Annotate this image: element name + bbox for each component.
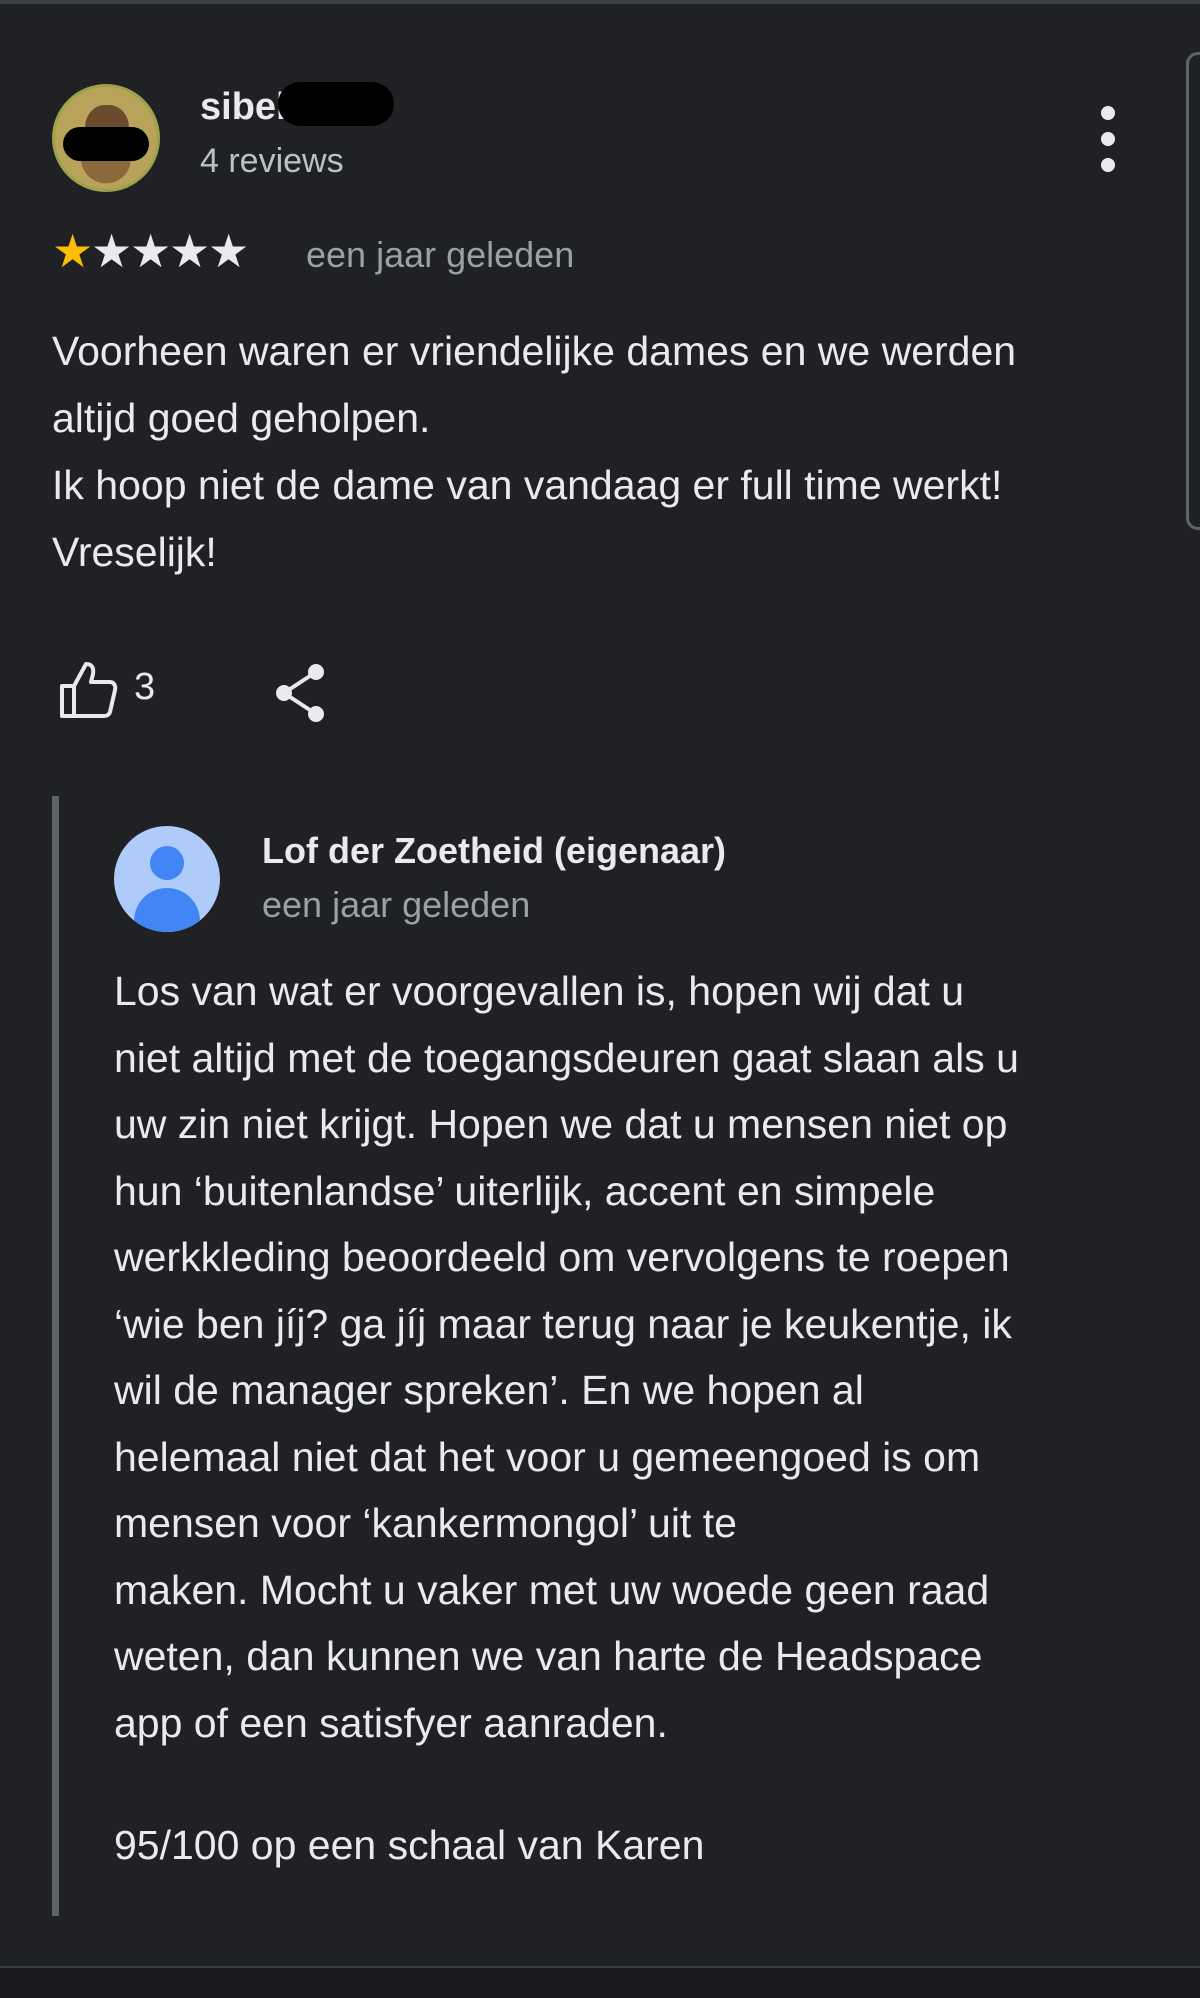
more-vert-icon[interactable] [1094, 106, 1122, 172]
star-empty-icon: ★ [208, 224, 250, 278]
owner-name[interactable]: Lof der Zoetheid (eigenaar) [262, 830, 726, 872]
owner-avatar[interactable] [114, 826, 220, 932]
star-empty-icon: ★ [91, 224, 133, 278]
reply-text-line: mensen voor ‘kankermongol’ uit te [114, 1500, 737, 1546]
reply-text: Los van wat er voorgevallen is, hopen wi… [114, 958, 1174, 1756]
reply-footer: 95/100 op een schaal van Karen [114, 1822, 705, 1868]
reply-text-line: weten, dan kunnen we van harte de Headsp… [114, 1633, 983, 1679]
reply-text-line: helemaal niet dat het voor u gemeengoed … [114, 1433, 981, 1480]
reply-indent-bar [52, 796, 59, 1916]
star-empty-icon: ★ [169, 224, 211, 278]
scrollbar[interactable] [1186, 52, 1200, 530]
reply-time: een jaar geleden [262, 884, 531, 925]
review-text-line: Ik hoop niet de dame van vandaag er full… [52, 462, 1003, 508]
reply-text-line: uw zin niet krijgt. Hopen we dat u mense… [114, 1101, 1008, 1147]
reply-text-line: werkkleding beoordeeld om vervolgens te … [114, 1234, 1010, 1280]
review-time: een jaar geleden [306, 234, 575, 275]
reply-text-line: maken. Mocht u vaker met uw woede geen r… [114, 1566, 990, 1613]
star-empty-icon: ★ [130, 224, 172, 278]
avatar[interactable] [52, 84, 160, 192]
reply-text-line: app of een satisfyer aanraden. [114, 1699, 668, 1746]
person-icon [150, 846, 184, 880]
review-text-line: Voorheen waren er vriendelijke dames en … [52, 328, 1017, 374]
redaction-bar [63, 127, 149, 161]
review-count[interactable]: 4 reviews [200, 142, 344, 181]
reply-text-line: wil de manager spreken’. En we hopen al [114, 1367, 864, 1413]
like-count: 3 [134, 666, 156, 708]
review-text-line: Vreselijk! [52, 529, 217, 575]
reply-text-line: ‘wie ben jíj? ga jíj maar terug naar je … [114, 1300, 1012, 1347]
bottom-edge [0, 1966, 1200, 1998]
reply-text-line: niet altijd met de toegangsdeuren gaat s… [114, 1034, 1019, 1081]
share-icon[interactable] [272, 662, 330, 724]
reply-text-line: Los van wat er voorgevallen is, hopen wi… [114, 968, 965, 1014]
thumbs-up-icon[interactable] [56, 658, 120, 722]
name-redaction [278, 82, 394, 126]
review-text-line: altijd goed geholpen. [52, 395, 431, 441]
review-text: Voorheen waren er vriendelijke dames en … [52, 318, 1172, 586]
reply-text-line: hun ‘buitenlandse’ uiterlijk, accent en … [114, 1167, 936, 1214]
star-filled-icon: ★ [52, 224, 94, 278]
reviewer-name[interactable]: sibel [200, 86, 287, 129]
star-rating: ★ ★ ★ ★ ★ [52, 224, 250, 278]
top-edge [0, 0, 1200, 4]
